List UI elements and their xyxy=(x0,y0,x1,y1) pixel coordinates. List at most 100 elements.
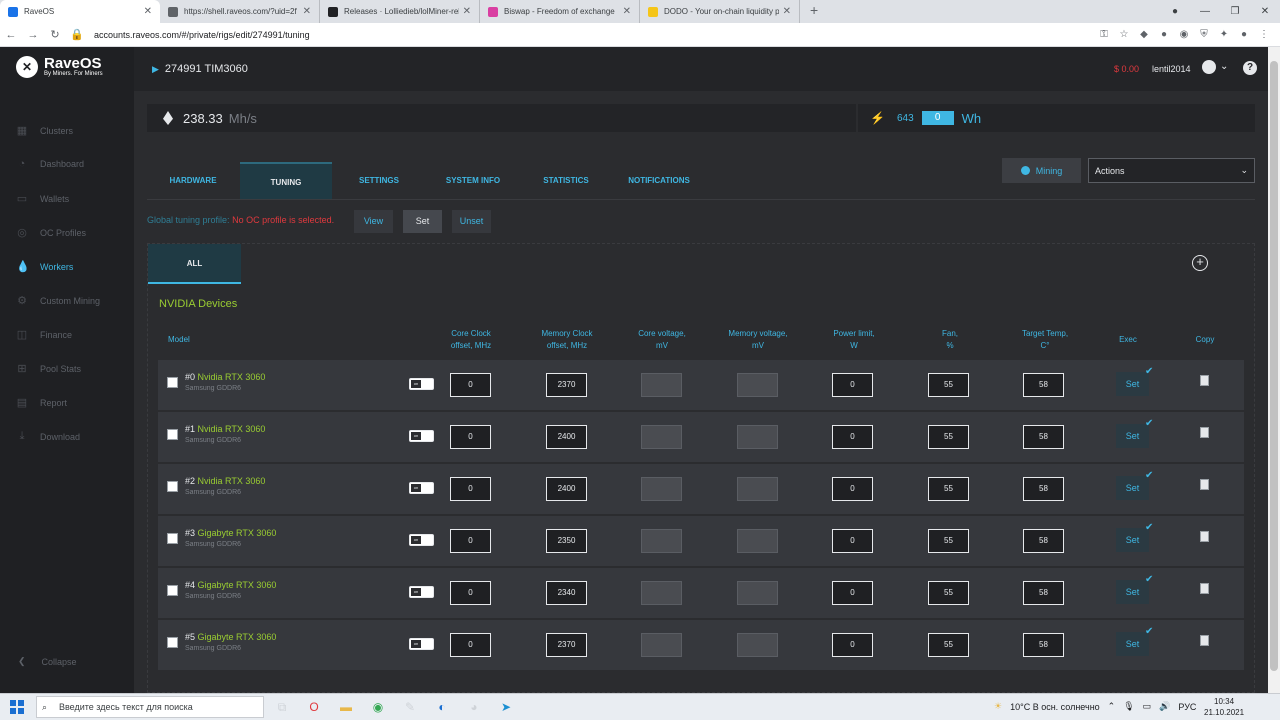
browser-tab[interactable]: RaveOS ✕ xyxy=(0,0,160,23)
power-input[interactable]: 0 xyxy=(832,581,873,605)
browser-tab[interactable]: https://shell.raveos.com/?uid=2f ✕ xyxy=(160,0,320,23)
core-input[interactable]: 0 xyxy=(450,581,491,605)
help-icon[interactable]: ? xyxy=(1243,61,1257,75)
power-input[interactable]: 0 xyxy=(832,373,873,397)
browser-tab[interactable]: Releases · Lolliedieb/lolMiner-rel ✕ xyxy=(320,0,480,23)
close-tab-icon[interactable]: ✕ xyxy=(303,6,311,17)
scrollbar-thumb[interactable] xyxy=(1270,61,1278,671)
fan-input[interactable]: 55 xyxy=(928,477,969,501)
gpu-name[interactable]: Gigabyte RTX 3060 xyxy=(198,580,277,590)
sidebar-item-workers[interactable]: 💧 Workers xyxy=(16,260,73,273)
temp-input[interactable]: 58 xyxy=(1023,477,1064,501)
profile-icon[interactable]: ● xyxy=(1160,6,1190,17)
sidebar-item-download[interactable]: ⤓ Download xyxy=(16,430,80,443)
temp-input[interactable]: 58 xyxy=(1023,581,1064,605)
language-indicator[interactable]: РУС xyxy=(1178,702,1196,712)
close-window-icon[interactable]: ✕ xyxy=(1250,6,1280,17)
sidebar-item-report[interactable]: ▤ Report xyxy=(16,396,67,409)
core-input[interactable]: 0 xyxy=(450,425,491,449)
power-input[interactable]: 0 xyxy=(832,477,873,501)
close-tab-icon[interactable]: ✕ xyxy=(783,6,791,17)
sidebar-item-oc-profiles[interactable]: ◎ OC Profiles xyxy=(16,226,86,239)
fan-input[interactable]: 55 xyxy=(928,633,969,657)
taskbar-search[interactable]: ⌕ Введите здесь текст для поиска xyxy=(36,696,264,718)
mining-button[interactable]: Mining xyxy=(1002,158,1081,183)
reload-icon[interactable]: ↻ xyxy=(44,28,66,41)
core-input[interactable]: 0 xyxy=(450,477,491,501)
puzzle-icon[interactable]: ✦ xyxy=(1218,29,1230,40)
row-checkbox[interactable] xyxy=(167,533,178,544)
forward-icon[interactable]: → xyxy=(22,29,44,41)
opera-icon[interactable]: O xyxy=(304,698,324,716)
star-icon[interactable]: ☆ xyxy=(1118,29,1130,40)
app-icon[interactable]: ◕ xyxy=(464,698,484,716)
fan-input[interactable]: 55 xyxy=(928,529,969,553)
sidebar-item-dashboard[interactable]: ◔ Dashboard xyxy=(16,158,84,170)
power-input[interactable]: 0 xyxy=(832,529,873,553)
gpu-name[interactable]: Gigabyte RTX 3060 xyxy=(198,632,277,642)
memclk-input[interactable]: 2370 xyxy=(546,373,587,397)
gpu-toggle[interactable]: on xyxy=(409,378,434,390)
chrome-icon[interactable]: ◉ xyxy=(368,698,388,716)
browser-tab[interactable]: Biswap - Freedom of exchange ✕ xyxy=(480,0,640,23)
row-checkbox[interactable] xyxy=(167,377,178,388)
extension-icon[interactable]: ◆ xyxy=(1138,29,1150,40)
browser-tab[interactable]: DODO - Your on-chain liquidity p ✕ xyxy=(640,0,800,23)
minimize-icon[interactable]: — xyxy=(1190,6,1220,17)
clock[interactable]: 10:34 21.10.2021 xyxy=(1204,696,1244,718)
temp-input[interactable]: 58 xyxy=(1023,425,1064,449)
memclk-input[interactable]: 2340 xyxy=(546,581,587,605)
page-scrollbar[interactable] xyxy=(1268,47,1280,693)
gpu-toggle[interactable]: on xyxy=(409,534,434,546)
new-tab-icon[interactable]: + xyxy=(810,0,818,23)
row-checkbox[interactable] xyxy=(167,481,178,492)
fan-input[interactable]: 55 xyxy=(928,425,969,449)
copy-icon[interactable] xyxy=(1200,375,1209,386)
key-icon[interactable]: ⚿ xyxy=(1098,29,1110,40)
fan-input[interactable]: 55 xyxy=(928,581,969,605)
sidebar-item-clusters[interactable]: ▦ Clusters xyxy=(16,124,73,137)
copy-icon[interactable] xyxy=(1200,583,1209,594)
temp-input[interactable]: 58 xyxy=(1023,373,1064,397)
sidebar-item-wallets[interactable]: ▭ Wallets xyxy=(16,192,69,205)
memclk-input[interactable]: 2400 xyxy=(546,477,587,501)
folder-icon[interactable]: ▬ xyxy=(336,698,356,716)
temp-input[interactable]: 58 xyxy=(1023,633,1064,657)
gpu-name[interactable]: Nvidia RTX 3060 xyxy=(198,372,266,382)
tab-system-info[interactable]: SYSTEM INFO xyxy=(427,162,519,199)
tab-all[interactable]: ALL xyxy=(148,244,241,284)
tab-settings[interactable]: SETTINGS xyxy=(333,162,425,199)
memclk-input[interactable]: 2370 xyxy=(546,633,587,657)
user-icon[interactable] xyxy=(1202,60,1216,74)
telegram-icon[interactable]: ➤ xyxy=(496,698,516,716)
extension-icon[interactable]: ◉ xyxy=(1178,29,1190,40)
extension-icon[interactable]: ⛨ xyxy=(1198,29,1210,40)
gpu-name[interactable]: Gigabyte RTX 3060 xyxy=(198,528,277,538)
row-checkbox[interactable] xyxy=(167,429,178,440)
tab-tuning[interactable]: TUNING xyxy=(240,162,332,199)
core-input[interactable]: 0 xyxy=(450,373,491,397)
row-checkbox[interactable] xyxy=(167,585,178,596)
close-tab-icon[interactable]: ✕ xyxy=(463,6,471,17)
close-tab-icon[interactable]: ✕ xyxy=(623,6,631,17)
collapse-button[interactable]: ❮ Collapse xyxy=(18,656,77,667)
tab-statistics[interactable]: STATISTICS xyxy=(520,162,612,199)
avatar[interactable]: ● xyxy=(1238,29,1250,40)
view-button[interactable]: View xyxy=(354,210,393,233)
sidebar-item-finance[interactable]: ◫ Finance xyxy=(16,328,72,341)
core-input[interactable]: 0 xyxy=(450,633,491,657)
gpu-name[interactable]: Nvidia RTX 3060 xyxy=(198,476,266,486)
gpu-toggle[interactable]: on xyxy=(409,430,434,442)
copy-icon[interactable] xyxy=(1200,479,1209,490)
copy-icon[interactable] xyxy=(1200,427,1209,438)
copy-icon[interactable] xyxy=(1200,635,1209,646)
sidebar-item-pool-stats[interactable]: ⊞ Pool Stats xyxy=(16,362,81,375)
back-icon[interactable]: ← xyxy=(0,29,22,41)
actions-dropdown[interactable]: Actions ⌄ xyxy=(1088,158,1255,183)
maximize-icon[interactable]: ❐ xyxy=(1220,6,1250,17)
core-input[interactable]: 0 xyxy=(450,529,491,553)
extension-icon[interactable]: ● xyxy=(1158,29,1170,40)
temp-input[interactable]: 58 xyxy=(1023,529,1064,553)
copy-icon[interactable] xyxy=(1200,531,1209,542)
windows-start-icon[interactable] xyxy=(10,700,24,714)
